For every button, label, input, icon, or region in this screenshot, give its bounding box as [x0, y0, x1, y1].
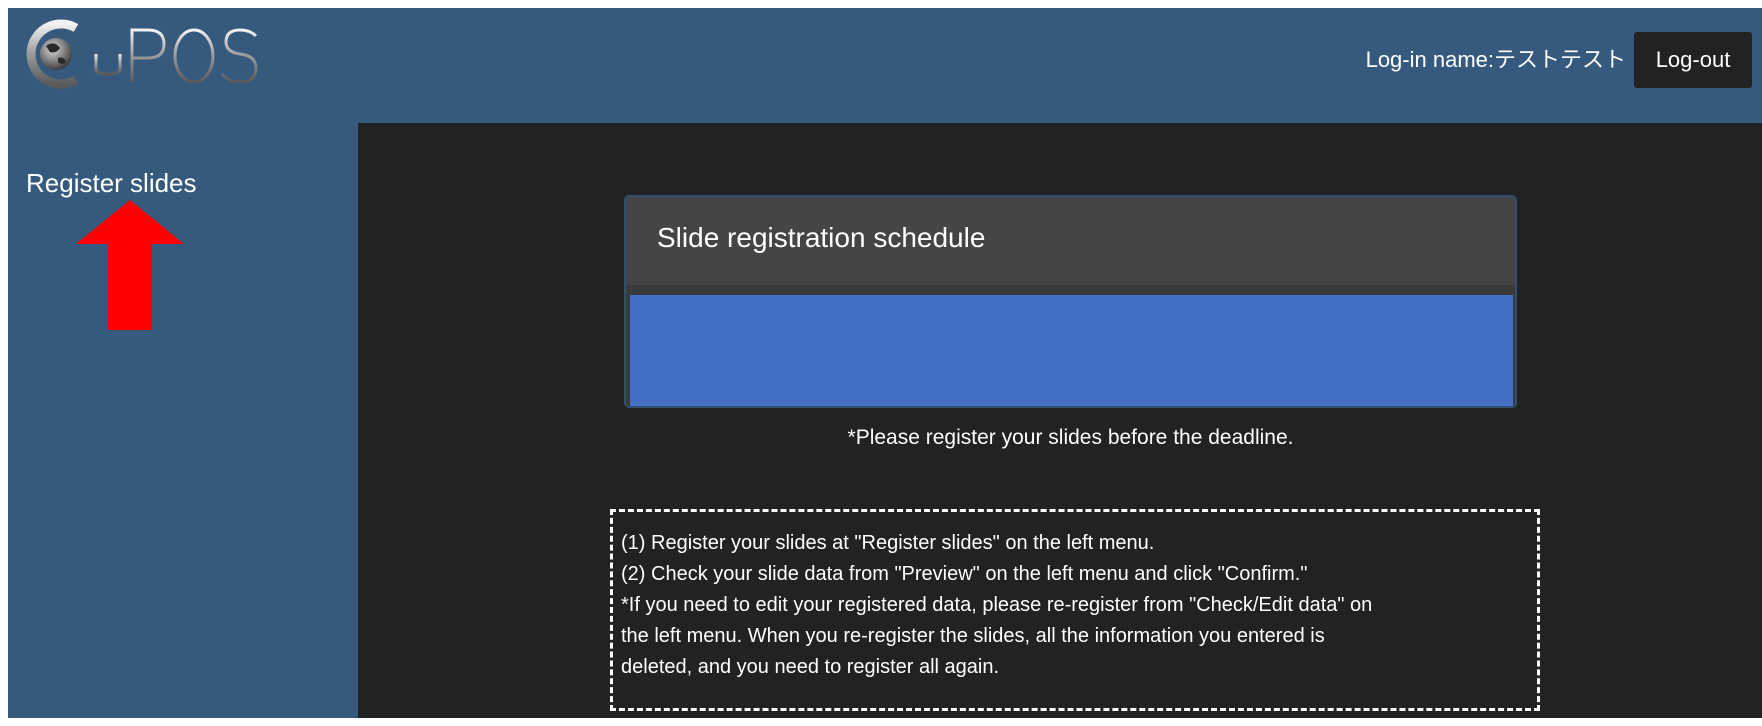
schedule-bar [630, 295, 1513, 406]
red-arrow-icon [76, 200, 184, 330]
app-window: Log-in name:テストテスト Log-out Register slid… [8, 8, 1762, 718]
instruction-line: deleted, and you need to register all ag… [621, 656, 1000, 678]
deadline-note: *Please register your slides before the … [847, 426, 1294, 449]
logout-button[interactable]: Log-out [1634, 32, 1752, 88]
main-content: Slide registration schedule *Please regi… [358, 123, 1762, 718]
sidebar-item-register-slides[interactable]: Register slides [26, 165, 197, 201]
login-name: Log-in name:テストテスト [1365, 47, 1626, 72]
instructions-box: (1) Register your slides at "Register sl… [610, 509, 1540, 711]
schedule-panel: Slide registration schedule [624, 195, 1517, 408]
header: Log-in name:テストテスト Log-out [8, 8, 1762, 123]
sidebar: Register slides [8, 123, 358, 718]
cypos-logo [26, 19, 258, 92]
instruction-line: (2) Check your slide data from "Preview"… [621, 563, 1308, 585]
instruction-line: the left menu. When you re-register the … [621, 625, 1325, 647]
instruction-line: (1) Register your slides at "Register sl… [621, 532, 1155, 554]
schedule-title: Slide registration schedule [657, 222, 986, 253]
schedule-panel-header: Slide registration schedule [626, 197, 1515, 285]
instruction-line: *If you need to edit your registered dat… [621, 594, 1373, 616]
